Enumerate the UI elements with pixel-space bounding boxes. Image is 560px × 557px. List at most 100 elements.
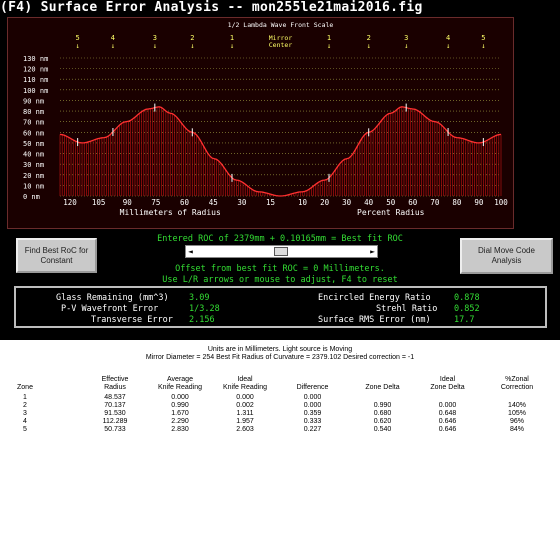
- results-panel: Glass Remaining (mm^3) 3.09 P-V Wavefron…: [14, 286, 547, 328]
- zone-arrow-left: ↓: [153, 42, 157, 50]
- x-tick-right: 100: [494, 198, 508, 207]
- x-axis-label-left: Millimeters of Radius: [120, 208, 221, 217]
- dial-move-analysis-button[interactable]: Dial Move Code Analysis: [460, 238, 553, 274]
- x-tick-left: 45: [209, 198, 218, 207]
- zone-marker-right: 4: [446, 34, 450, 42]
- table-cell: 0.680: [373, 410, 392, 417]
- pv-error-row: P-V Wavefront Error 1/3.28: [61, 304, 220, 314]
- y-tick-label: 30 nm: [23, 161, 44, 169]
- table-cell: 96%: [509, 418, 524, 425]
- x-tick-right: 10: [298, 198, 308, 207]
- x-tick-left: 15: [266, 198, 275, 207]
- x-tick-right: 40: [364, 198, 374, 207]
- table-cell: 0.333: [303, 418, 322, 425]
- window-title: (F4) Surface Error Analysis -- mon255le2…: [0, 0, 423, 15]
- table-cell: 0.000: [236, 394, 254, 401]
- rms-value: 17.7: [454, 315, 475, 325]
- zone-arrow-right: ↓: [481, 42, 485, 50]
- table-header: Difference: [296, 384, 329, 391]
- y-tick-label: 110 nm: [23, 76, 48, 84]
- y-tick-label: 20 nm: [23, 172, 44, 180]
- table-cell: 0.646: [438, 418, 457, 425]
- table-cell: 0.540: [373, 426, 392, 433]
- table-params-line: Mirror Diameter = 254 Best Fit Radius of…: [145, 354, 415, 361]
- slider-thumb[interactable]: [274, 247, 288, 256]
- y-tick-label: 120 nm: [23, 66, 48, 74]
- slider-right-arrow-icon[interactable]: ►: [370, 247, 375, 256]
- slider-left-arrow-icon[interactable]: ◄: [188, 247, 193, 256]
- table-header-top: Ideal: [439, 376, 456, 383]
- y-tick-label: 70 nm: [23, 119, 44, 127]
- table-cell: 112.289: [102, 418, 128, 425]
- x-tick-right: 30: [342, 198, 352, 207]
- table-header: Correction: [500, 384, 534, 391]
- table-cell: 1.311: [236, 410, 254, 417]
- zone-marker-left: 2: [190, 34, 194, 42]
- zone-marker-right: 2: [367, 34, 371, 42]
- wavefront-chart: 130 nm 120 nm 110 nm 100 nm 90 nm 80 nm 70 nm 6…: [7, 17, 514, 229]
- chart-caption: 1/2 Lambda Wave Front Scale: [228, 21, 334, 29]
- zone-marker-right: 5: [481, 34, 485, 42]
- table-cell: 0.990: [171, 402, 189, 409]
- transverse-error-value: 2.156: [189, 315, 215, 325]
- table-cell: 140%: [508, 402, 526, 409]
- roc-text: Entered ROC of 2379mm + 0.10165mm = Best…: [157, 234, 403, 244]
- y-tick-label: 0 nm: [23, 193, 40, 201]
- table-cell: 2.603: [236, 426, 254, 433]
- table-cell: 0.227: [303, 426, 322, 433]
- find-best-roc-button[interactable]: Find Best RoC for Constant: [16, 238, 97, 273]
- zone-marker-left: 4: [111, 34, 115, 42]
- table-cell: 0.000: [303, 394, 322, 401]
- x-tick-left: 75: [151, 198, 160, 207]
- strehl-value: 0.852: [454, 304, 480, 314]
- table-header-top: Ideal: [237, 376, 253, 383]
- table-cell: 1.957: [236, 418, 254, 425]
- table-cell: 84%: [509, 426, 524, 433]
- zone-arrow-left: ↓: [76, 42, 80, 50]
- table-header-top: %Zonal: [505, 376, 529, 383]
- transverse-error-row: Transverse Error 2.156: [91, 315, 215, 325]
- zone-arrow-right: ↓: [404, 42, 408, 50]
- table-cell: 70.137: [104, 402, 126, 409]
- zone-marker-left: 1: [230, 34, 234, 42]
- y-tick-label: 50 nm: [23, 140, 44, 148]
- table-header: Knife Reading: [223, 384, 267, 391]
- y-tick-label: 90 nm: [23, 97, 44, 105]
- y-tick-label: 10 nm: [23, 182, 44, 190]
- zone-marker-left: 5: [76, 34, 80, 42]
- zone-arrow-right: ↓: [446, 42, 450, 50]
- table-cell: 48.537: [104, 394, 126, 401]
- pv-error-value: 1/3.28: [189, 304, 220, 314]
- y-tick-label: 40 nm: [23, 151, 44, 159]
- table-cell: 0.646: [438, 426, 457, 433]
- x-tick-right: 80: [452, 198, 462, 207]
- rms-row: Surface RMS Error (nm) 17.7: [318, 315, 474, 325]
- encircled-energy-value: 0.878: [454, 293, 480, 303]
- x-tick-right: 70: [430, 198, 440, 207]
- zone-arrow-left: ↓: [230, 42, 234, 50]
- table-cell: 2.290: [171, 418, 189, 425]
- strehl-label: Strehl Ratio: [376, 304, 438, 314]
- table-header: Zone Delta: [365, 384, 400, 391]
- table-cell: 0.002: [236, 402, 254, 409]
- zone-arrow-right: ↓: [367, 42, 371, 50]
- encircled-energy-row: Encircled Energy Ratio 0.878: [318, 293, 480, 303]
- zone-table-area: Units are in Millimeters. Light source i…: [0, 340, 560, 557]
- table-header: Radius: [104, 384, 126, 391]
- x-tick-left: 105: [92, 198, 106, 207]
- roc-offset-slider[interactable]: ◄ ►: [185, 245, 378, 258]
- table-cell: 2: [23, 402, 27, 409]
- table-cell: 91.530: [104, 410, 126, 417]
- strehl-row: Strehl Ratio 0.852: [376, 304, 480, 314]
- transverse-error-label: Transverse Error: [91, 315, 173, 325]
- table-cell: 4: [23, 418, 27, 425]
- table-header: Zone: [17, 384, 33, 391]
- glass-removed-value: 3.09: [189, 293, 210, 303]
- glass-removed-label: Glass Remaining (mm^3): [56, 293, 169, 303]
- zone-arrow-left: ↓: [190, 42, 194, 50]
- x-tick-right: 50: [386, 198, 396, 207]
- table-cell: 50.733: [104, 426, 126, 433]
- x-tick-left: 30: [237, 198, 247, 207]
- zone-marker-right: 3: [404, 34, 408, 42]
- table-cell: 1: [23, 394, 27, 401]
